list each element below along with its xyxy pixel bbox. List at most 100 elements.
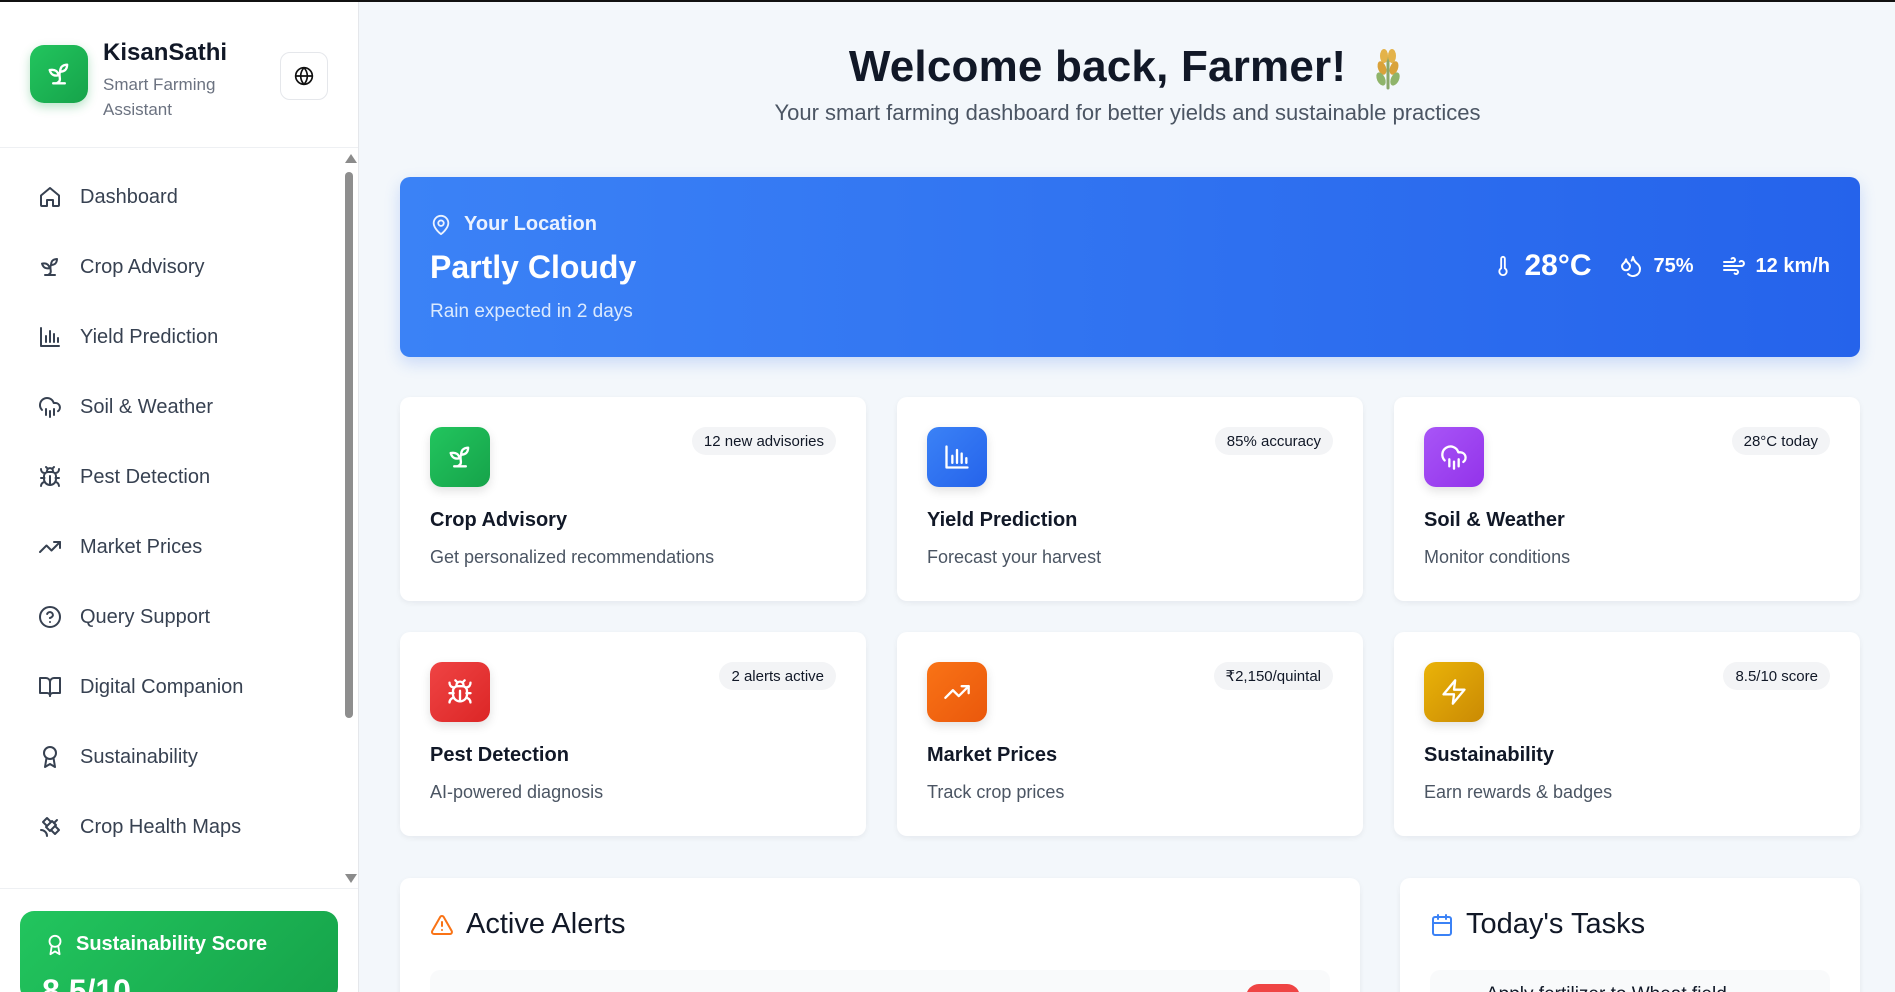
thermometer-icon	[1498, 255, 1508, 276]
language-button[interactable]	[280, 52, 328, 100]
brand-header: KisanSathi Smart Farming Assistant	[0, 2, 358, 148]
card-subtitle: Track crop prices	[927, 782, 1065, 802]
card-badge: 2 alerts active	[719, 662, 836, 690]
card-subtitle: Earn rewards & badges	[1424, 782, 1613, 802]
card-title: Soil & Weather	[1424, 509, 1565, 531]
bug-icon	[430, 662, 490, 722]
sidebar-item-label: Sustainability	[80, 745, 198, 768]
sidebar-item-soil-weather[interactable]: Soil & Weather	[38, 387, 328, 427]
map-pin-icon	[432, 214, 450, 235]
wind-value: 12 km/h	[1755, 254, 1830, 277]
scroll-thumb[interactable]	[345, 172, 353, 718]
sidebar-scrollbar[interactable]	[342, 152, 357, 888]
weather-stats: 28°C 75% 12 km/h	[1492, 249, 1830, 283]
humidity-stat: 75%	[1619, 254, 1694, 278]
app-tagline: Smart Farming Assistant	[103, 75, 216, 119]
bar-chart-icon	[927, 427, 987, 487]
bug-icon	[40, 466, 60, 487]
main-content: Welcome back, Farmer! Your smart farming…	[360, 2, 1895, 992]
scroll-down-arrow-icon[interactable]	[345, 874, 357, 883]
wheat-icon	[1376, 49, 1400, 90]
active-alerts-heading: Active Alerts	[430, 908, 626, 941]
bar-chart-icon	[40, 327, 60, 347]
page-title: Welcome back, Farmer!	[849, 42, 1406, 92]
sidebar: KisanSathi Smart Farming Assistant Dashb…	[0, 2, 359, 992]
sustainability-score-card[interactable]: Sustainability Score 8.5/10	[20, 911, 338, 992]
card-pest-detection[interactable]: 2 alerts active Pest Detection AI-powere…	[400, 632, 866, 836]
zap-icon	[1424, 662, 1484, 722]
sprout-icon	[430, 427, 490, 487]
sidebar-item-label: Crop Advisory	[80, 255, 205, 278]
globe-icon	[294, 66, 314, 86]
home-icon	[40, 187, 60, 207]
sidebar-item-label: Market Prices	[80, 535, 203, 558]
task-text: Apply fertilizer to Wheat field	[1486, 984, 1727, 992]
app-name: KisanSathi	[103, 39, 228, 66]
weather-forecast: Rain expected in 2 days	[430, 301, 633, 322]
card-title: Market Prices	[927, 744, 1058, 766]
card-subtitle: Monitor conditions	[1424, 547, 1571, 567]
alert-triangle-icon	[430, 914, 453, 935]
temperature-value: 28°C	[1524, 249, 1592, 282]
todays-tasks-title: Today's Tasks	[1466, 908, 1646, 940]
wind-stat: 12 km/h	[1722, 254, 1830, 278]
location-text: Your Location	[464, 213, 597, 235]
task-item[interactable]: Apply fertilizer to Wheat field	[1430, 970, 1830, 992]
book-open-icon	[39, 677, 61, 697]
scroll-up-arrow-icon[interactable]	[345, 154, 357, 163]
score-title: Sustainability Score	[44, 933, 267, 956]
score-title-label: Sustainability Score	[76, 933, 268, 955]
card-badge: 12 new advisories	[691, 427, 836, 455]
help-circle-icon	[39, 606, 61, 628]
sidebar-item-digital-companion[interactable]: Digital Companion	[38, 667, 328, 707]
location-label: Your Location	[430, 213, 597, 236]
humidity-value: 75%	[1653, 254, 1694, 277]
sprout-icon	[41, 258, 58, 276]
sprout-icon[interactable]	[30, 45, 88, 103]
sidebar-item-label: Pest Detection	[80, 465, 211, 488]
card-crop-advisory[interactable]: 12 new advisories Crop Advisory Get pers…	[400, 397, 866, 601]
sidebar-item-query-support[interactable]: Query Support	[38, 597, 328, 637]
sidebar-item-label: Yield Prediction	[80, 325, 219, 348]
card-soil-weather[interactable]: 28°C today Soil & Weather Monitor condit…	[1394, 397, 1860, 601]
cloud-rain-icon	[1424, 427, 1484, 487]
sidebar-item-pest-detection[interactable]: Pest Detection	[38, 457, 328, 497]
alert-item[interactable]	[430, 970, 1330, 992]
sidebar-item-label: Crop Health Maps	[80, 815, 242, 838]
droplets-icon	[1621, 256, 1642, 277]
card-sustainability[interactable]: 8.5/10 score Sustainability Earn rewards…	[1394, 632, 1860, 836]
wind-icon	[1722, 257, 1745, 275]
sidebar-item-crop-health-maps[interactable]: Crop Health Maps	[38, 807, 328, 847]
sidebar-footer: Sustainability Score 8.5/10	[0, 888, 358, 992]
trending-up-icon	[39, 541, 61, 553]
card-subtitle: AI-powered diagnosis	[430, 782, 604, 802]
card-yield-prediction[interactable]: 85% accuracy Yield Prediction Forecast y…	[897, 397, 1363, 601]
alert-priority-badge	[1246, 984, 1300, 992]
weather-condition: Partly Cloudy	[430, 249, 637, 285]
sidebar-item-sustainability[interactable]: Sustainability	[38, 737, 328, 777]
sidebar-item-label: Soil & Weather	[80, 395, 214, 418]
card-title: Sustainability	[1424, 744, 1555, 766]
todays-tasks-heading: Today's Tasks	[1430, 908, 1645, 941]
page-subtitle: Your smart farming dashboard for better …	[774, 100, 1481, 125]
sidebar-item-dashboard[interactable]: Dashboard	[38, 177, 328, 217]
card-title: Pest Detection	[430, 744, 569, 766]
weather-banner[interactable]: Your Location Partly Cloudy Rain expecte…	[400, 177, 1860, 357]
welcome-header: Welcome back, Farmer! Your smart farming…	[360, 42, 1895, 126]
sidebar-item-label: Digital Companion	[80, 675, 244, 698]
todays-tasks-panel: Today's Tasks Apply fertilizer to Wheat …	[1400, 878, 1860, 992]
sidebar-item-market-prices[interactable]: Market Prices	[38, 527, 328, 567]
sidebar-item-crop-advisory[interactable]: Crop Advisory	[38, 247, 328, 287]
page-title-text: Welcome back, Farmer!	[848, 42, 1347, 91]
card-market-prices[interactable]: ₹2,150/quintal Market Prices Track crop …	[897, 632, 1363, 836]
sidebar-nav: Dashboard Crop Advisory Yield Prediction…	[0, 149, 342, 889]
card-subtitle: Get personalized recommendations	[430, 547, 715, 567]
sidebar-item-yield-prediction[interactable]: Yield Prediction	[38, 317, 328, 357]
card-badge: 85% accuracy	[1214, 427, 1333, 455]
card-badge: ₹2,150/quintal	[1213, 662, 1333, 690]
card-title: Crop Advisory	[430, 509, 568, 531]
card-subtitle: Forecast your harvest	[927, 547, 1102, 567]
card-title: Yield Prediction	[927, 509, 1078, 531]
award-icon	[43, 746, 57, 768]
temperature-stat: 28°C	[1492, 249, 1591, 283]
